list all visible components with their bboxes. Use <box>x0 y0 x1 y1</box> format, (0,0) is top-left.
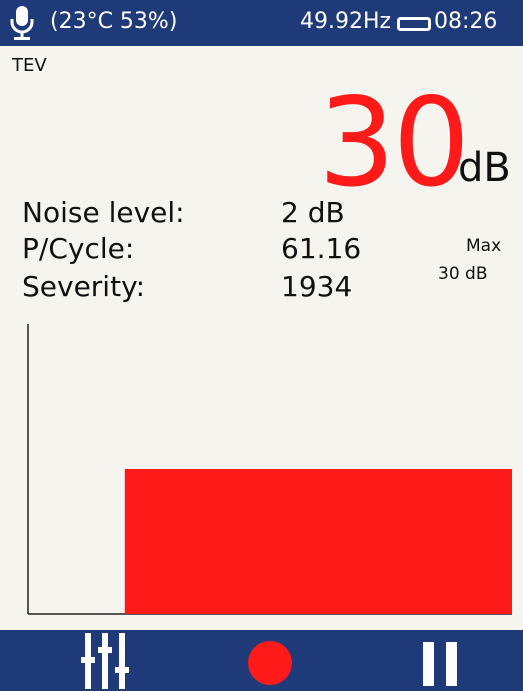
level-graph <box>27 324 513 615</box>
status-bar: (23°C 53%) 49.92Hz 08:26 <box>0 0 523 46</box>
max-label: Max <box>466 236 502 256</box>
p-cycle-label: P/Cycle: <box>22 232 135 265</box>
battery-icon <box>397 17 431 31</box>
reading-unit: dB <box>458 145 511 191</box>
noise-level-value: 2 dB <box>281 196 345 229</box>
record-icon <box>248 640 292 685</box>
microphone-icon <box>10 6 34 40</box>
bottom-toolbar <box>0 630 523 691</box>
level-bar <box>124 469 513 614</box>
reading-value: 30 <box>318 72 470 214</box>
noise-level-label: Noise level: <box>22 196 185 229</box>
record-button[interactable] <box>215 630 325 691</box>
p-cycle-value: 61.16 <box>281 232 362 265</box>
sliders-icon <box>81 632 129 689</box>
settings-button[interactable] <box>50 630 160 691</box>
frequency-readout: 49.92Hz <box>300 9 392 34</box>
max-value: 30 dB <box>438 264 488 284</box>
pause-button[interactable] <box>385 630 495 691</box>
pause-icon <box>423 641 457 686</box>
severity-value: 1934 <box>281 270 353 303</box>
mode-label: TEV <box>12 55 47 76</box>
temperature-humidity: (23°C 53%) <box>50 9 178 34</box>
clock: 08:26 <box>434 9 498 34</box>
severity-label: Severity: <box>22 270 146 303</box>
